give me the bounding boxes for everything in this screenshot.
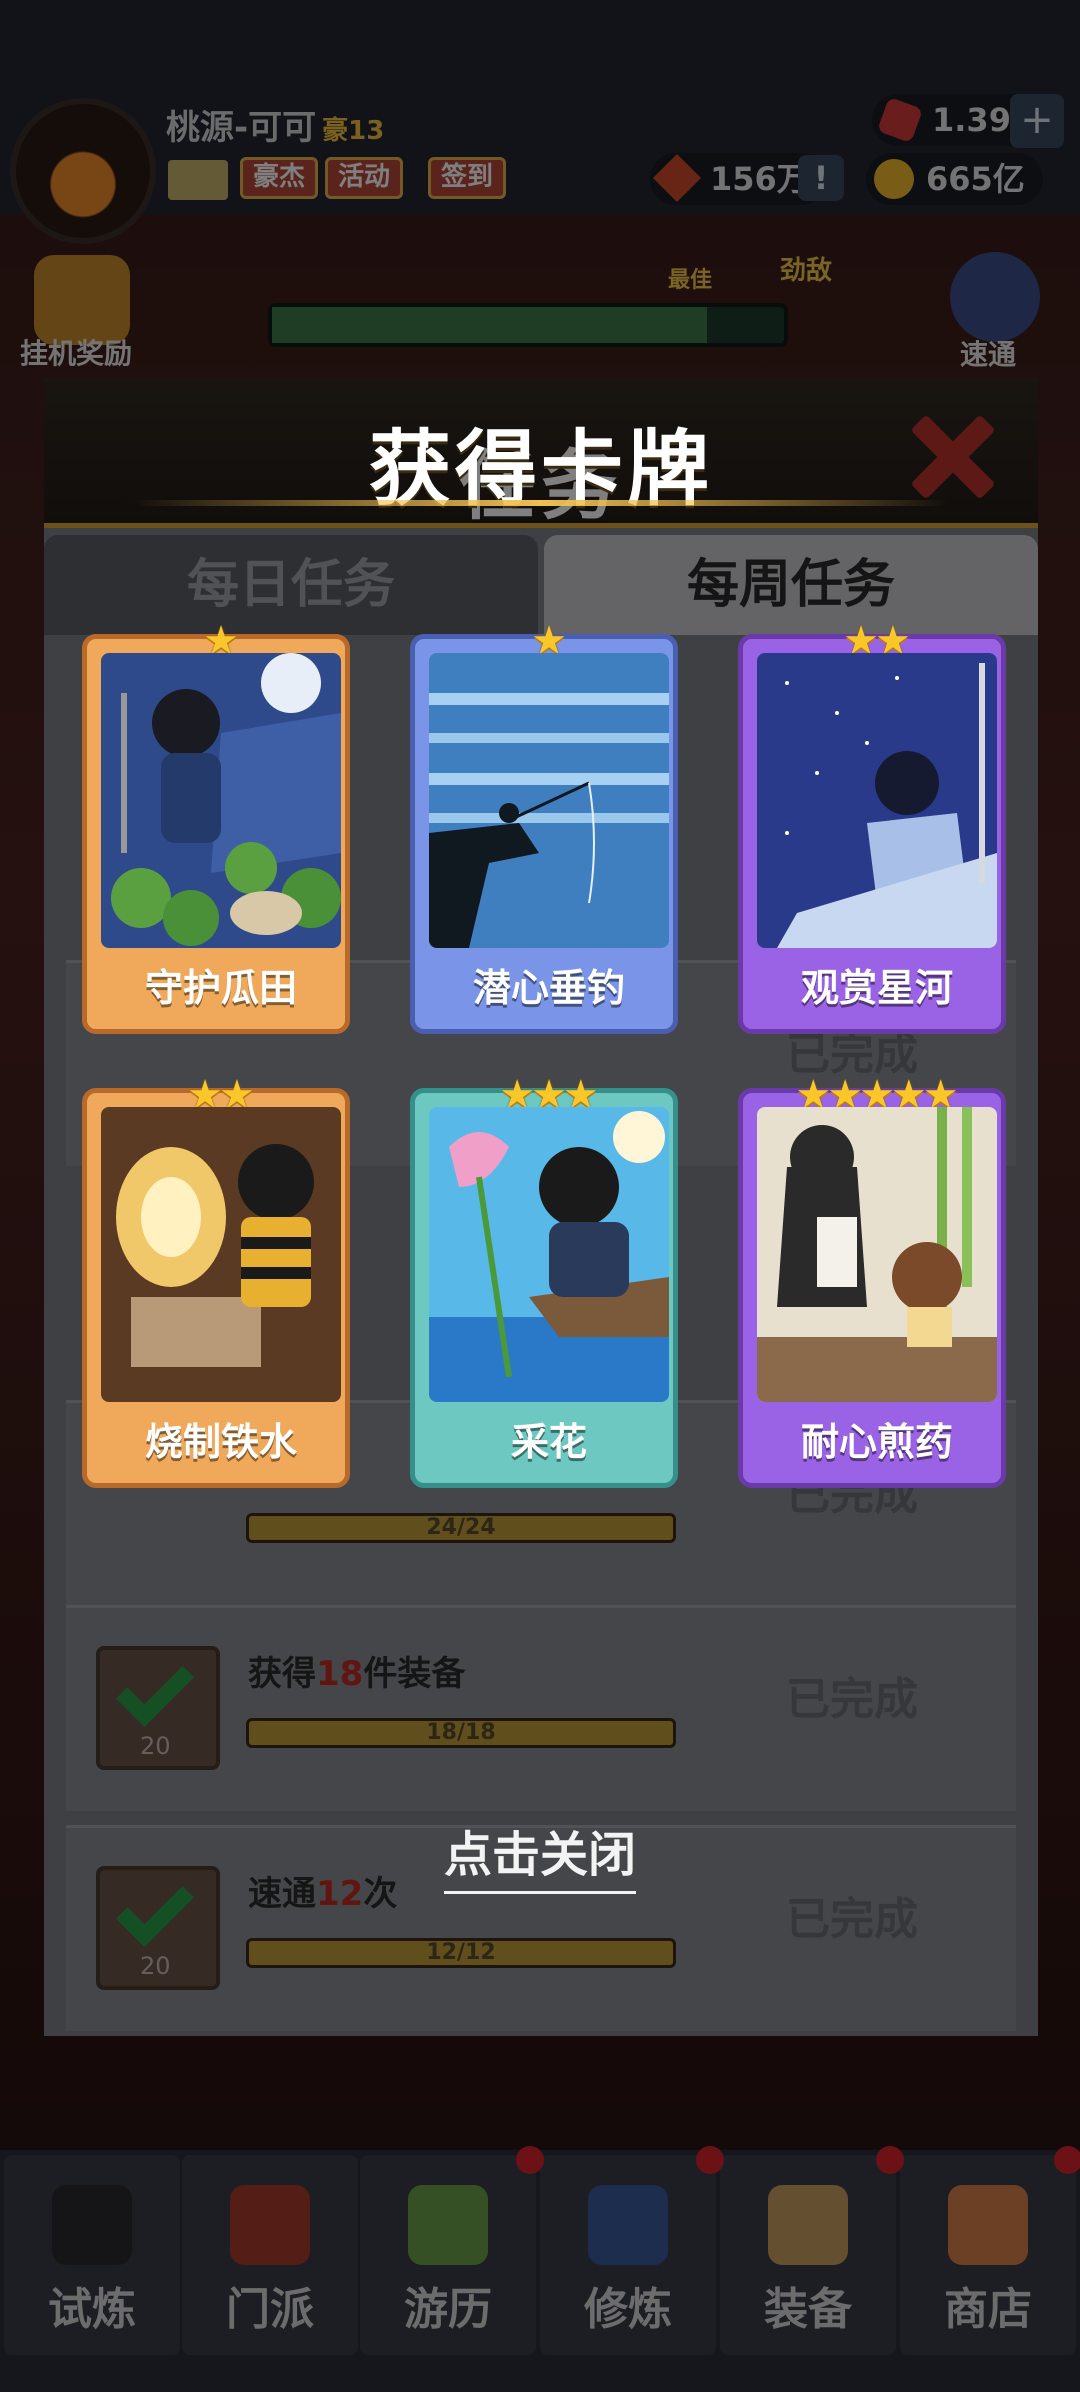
card-picking-flowers[interactable]: ★★★ 采花 [410,1073,678,1488]
card-art [101,653,341,948]
card-name: 耐心煎药 [800,1420,953,1464]
card-fishing[interactable]: ★ 潜心垂钓 [410,619,678,1034]
card-name: 潜心垂钓 [472,966,625,1010]
tap-to-close-hint[interactable]: 点击关闭 [0,1815,1080,1894]
card-guard-melon-field[interactable]: ★ 守护瓜田 [82,619,350,1034]
tap-to-close-label: 点击关闭 [443,1815,636,1894]
card-name: 采花 [510,1420,587,1464]
card-molten-iron[interactable]: ★★ 烧制铁水 [82,1073,350,1488]
card-art [757,653,997,948]
card-brewing-medicine[interactable]: ★★★★★ 耐心煎药 [738,1073,1006,1488]
card-name: 烧制铁水 [144,1420,297,1464]
title-divider [134,500,948,506]
card-art [429,653,669,948]
card-art [757,1107,997,1402]
card-name: 观赏星河 [800,966,953,1010]
card-stargazing[interactable]: ★★ 观赏星河 [738,619,1006,1034]
card-name: 守护瓜田 [144,966,297,1010]
card-art [101,1107,341,1402]
card-art [429,1107,669,1402]
reward-title-banner: 获得卡牌 [44,378,1038,523]
